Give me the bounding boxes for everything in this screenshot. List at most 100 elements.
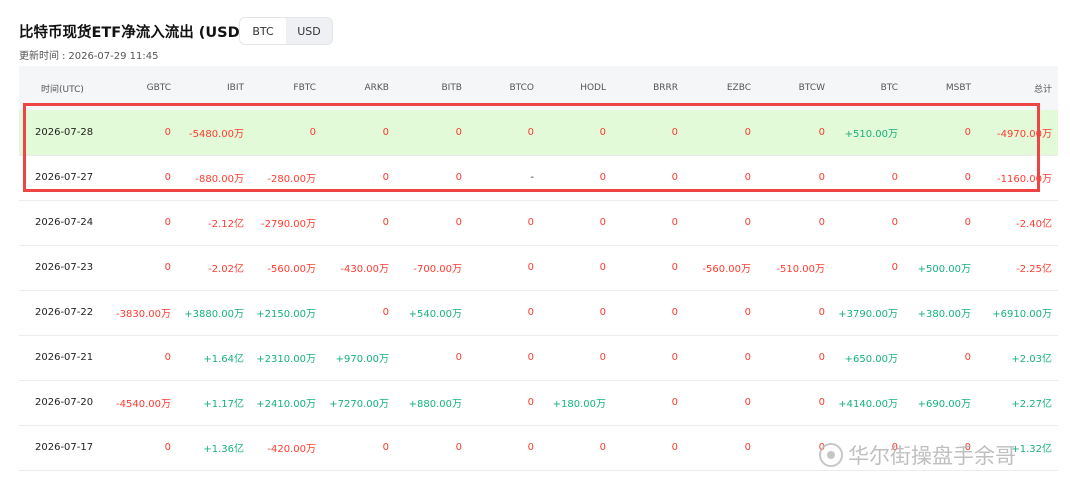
row-date: 2026-07-27 — [35, 172, 94, 183]
column-header: BTCO — [509, 83, 534, 93]
flow-cell: -4970.00万 — [997, 128, 1052, 140]
flow-cell: -2.02亿 — [208, 264, 244, 275]
page-title: 比特币现货ETF净流入流出 (USD) — [19, 25, 247, 41]
update-time-value: 2026-07-29 11:45 — [68, 51, 159, 62]
flow-cell: 0 — [599, 307, 606, 318]
flow-cell: 0 — [671, 126, 678, 138]
flow-cell: 0 — [527, 307, 534, 318]
flow-cell: 0 — [164, 442, 171, 453]
flow-cell: 0 — [744, 397, 751, 408]
flow-cell: 0 — [671, 172, 678, 183]
flow-cell: +380.00万 — [917, 309, 971, 320]
flow-cell: 0 — [599, 217, 606, 228]
update-time: 更新时间:2026-07-29 11:45 — [19, 51, 159, 62]
flow-cell: -880.00万 — [195, 174, 244, 185]
column-header: BTCW — [798, 83, 825, 93]
column-header: IBIT — [227, 83, 244, 93]
flow-cell: +1.17亿 — [203, 399, 244, 410]
flow-cell: +2310.00万 — [256, 354, 316, 365]
flow-cell: 0 — [671, 352, 678, 363]
flow-cell: 0 — [382, 172, 389, 183]
flow-cell: 0 — [455, 442, 462, 453]
table-row: 2026-07-28 0 -5480.00万 0 0 0 0 0 0 0 0 +510.00万 0 -49… — [19, 110, 1058, 155]
flow-cell: +970.00万 — [335, 354, 389, 365]
flow-cell: 0 — [382, 442, 389, 453]
flow-cell: -560.00万 — [702, 264, 751, 275]
currency-toggle[interactable]: BTC USD — [239, 17, 333, 45]
flow-cell: +650.00万 — [844, 354, 898, 365]
flow-cell: 0 — [744, 307, 751, 318]
toggle-usd[interactable]: USD — [286, 18, 332, 44]
flow-cell: 0 — [382, 217, 389, 228]
table-body: 2026-07-28 0 -5480.00万 0 0 0 0 0 0 0 0 +510.00万 0 -49… — [19, 110, 1058, 470]
flow-cell: +1.64亿 — [203, 354, 244, 365]
flow-cell: -2.40亿 — [1016, 219, 1052, 230]
flow-cell: -2.25亿 — [1016, 264, 1052, 275]
watermark-text: 华尔街操盘手余哥 — [848, 444, 1016, 468]
column-header: GBTC — [146, 83, 171, 93]
flow-cell: 0 — [818, 172, 825, 183]
flow-cell: +880.00万 — [408, 399, 462, 410]
column-header: BITB — [441, 83, 462, 93]
flow-cell: 0 — [744, 442, 751, 453]
flow-cell: +6910.00万 — [992, 309, 1052, 320]
flow-cell: 0 — [964, 172, 971, 183]
flow-cell: +540.00万 — [408, 309, 462, 320]
flow-cell: 0 — [599, 172, 606, 183]
toggle-btc[interactable]: BTC — [240, 18, 286, 44]
row-date: 2026-07-21 — [35, 352, 94, 363]
flow-cell: 0 — [382, 307, 389, 318]
flow-cell: 0 — [527, 442, 534, 453]
flow-cell: -700.00万 — [413, 264, 462, 275]
flow-cell: +4140.00万 — [838, 399, 898, 410]
flow-cell: 0 — [527, 262, 534, 273]
flow-cell: 0 — [455, 172, 462, 183]
flow-cell: +2150.00万 — [256, 309, 316, 320]
flow-cell: 0 — [891, 217, 898, 228]
flow-cell: +690.00万 — [917, 399, 971, 410]
flow-cell: +2.27亿 — [1011, 399, 1052, 410]
flow-cell: 0 — [599, 442, 606, 453]
flow-cell: 0 — [964, 352, 971, 363]
flow-cell: 0 — [382, 126, 389, 138]
flow-cell: 0 — [455, 217, 462, 228]
column-header: EZBC — [726, 83, 751, 93]
flow-cell: 0 — [164, 262, 171, 273]
flow-cell: -2.12亿 — [208, 219, 244, 230]
flow-cell: 0 — [599, 262, 606, 273]
flow-cell: 0 — [164, 352, 171, 363]
flow-cell: +180.00万 — [552, 399, 606, 410]
row-date: 2026-07-23 — [35, 262, 94, 273]
flow-cell: 0 — [164, 217, 171, 228]
watermark: 华尔街操盘手余哥 — [818, 441, 1016, 469]
flow-cell: 0 — [671, 442, 678, 453]
row-date: 2026-07-28 — [35, 126, 94, 138]
flow-cell: +3790.00万 — [838, 309, 898, 320]
flow-cell: 0 — [671, 397, 678, 408]
column-header: BRRR — [653, 83, 678, 93]
flow-cell: 0 — [599, 126, 606, 138]
row-date: 2026-07-20 — [35, 397, 94, 408]
row-date: 2026-07-24 — [35, 217, 94, 228]
column-header: ARKB — [364, 83, 390, 93]
table-row: 2026-07-21 0 +1.64亿 +2310.00万 +970.00万 0 0 0 0 0 0… — [19, 335, 1058, 380]
flow-cell: 0 — [964, 126, 971, 138]
column-header: HODL — [580, 83, 606, 93]
flow-cell: 0 — [599, 352, 606, 363]
watermark-logo-icon — [819, 443, 843, 467]
flow-cell: 0 — [744, 217, 751, 228]
flow-cell: -1160.00万 — [997, 174, 1052, 185]
flow-cell: 0 — [964, 217, 971, 228]
flow-cell: 0 — [309, 126, 316, 138]
flow-cell: +510.00万 — [844, 128, 898, 140]
flow-cell: 0 — [744, 126, 751, 138]
column-header: BTC — [880, 83, 898, 93]
flow-cell: 0 — [891, 172, 898, 183]
flow-cell: -280.00万 — [267, 174, 316, 185]
flow-cell: -3830.00万 — [116, 309, 171, 320]
table-row: 2026-07-27 0 -880.00万 -280.00万 0 0 - 0 0 0 0 0 0 -116… — [19, 155, 1058, 200]
flow-cell: 0 — [455, 126, 462, 138]
flow-cell: -2790.00万 — [261, 219, 316, 230]
flow-cell: 0 — [527, 397, 534, 408]
flow-cell: 0 — [744, 352, 751, 363]
